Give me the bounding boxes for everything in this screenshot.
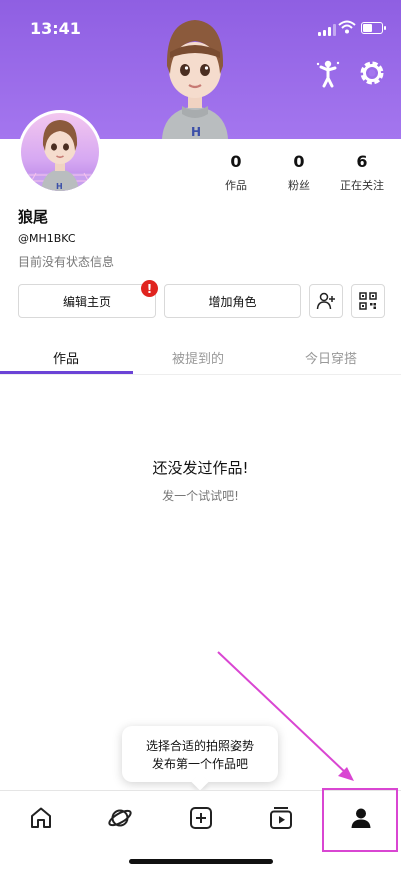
video-icon[interactable] (268, 805, 294, 831)
publish-tip-tooltip[interactable]: 选择合适的拍照姿势 发布第一个作品吧 (122, 726, 278, 791)
tooltip-line-2: 发布第一个作品吧 (151, 757, 248, 771)
create-icon[interactable] (188, 805, 214, 831)
profile-tab-highlight (322, 788, 398, 852)
home-indicator (129, 859, 273, 864)
planet-icon[interactable] (107, 805, 133, 831)
tooltip-line-1: 选择合适的拍照姿势 (145, 739, 254, 753)
home-icon[interactable] (28, 805, 54, 831)
